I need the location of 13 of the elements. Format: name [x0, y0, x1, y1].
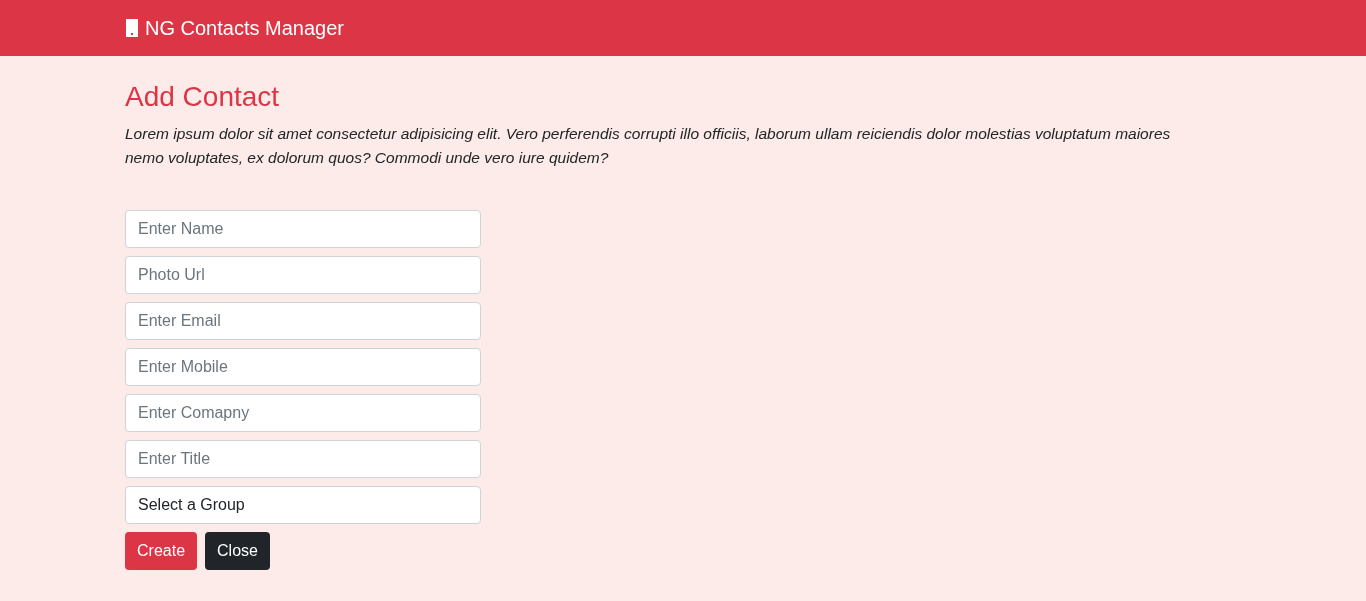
text-input-field[interactable]: Enter Title: [125, 439, 481, 478]
group-select-dropdown[interactable]: Select a Group: [125, 485, 481, 524]
text-input-field[interactable]: Enter Email: [125, 301, 481, 340]
mobile-phone-icon: [126, 19, 138, 37]
text-input-field[interactable]: Photo Url: [125, 255, 481, 294]
brand-title[interactable]: NG Contacts Manager: [145, 13, 344, 43]
page-heading: Add Contact: [125, 80, 281, 114]
text-input-field[interactable]: Enter Comapny: [125, 393, 481, 432]
text-input-field[interactable]: Enter Name: [125, 209, 481, 248]
description-text: Lorem ipsum dolor sit amet consectetur adipisicing elit. Vero perferendis corrupti illo officiis, laborum ullam reiciendis dolor molestias voluptatum maiores nemo voluptates, ex dolorum quos? Commodi unde vero iure quidem?: [125, 123, 1172, 168]
text-input-field[interactable]: Enter Mobile: [125, 347, 481, 386]
create-button[interactable]: Create: [125, 531, 198, 570]
close-button[interactable]: Close: [205, 531, 270, 570]
